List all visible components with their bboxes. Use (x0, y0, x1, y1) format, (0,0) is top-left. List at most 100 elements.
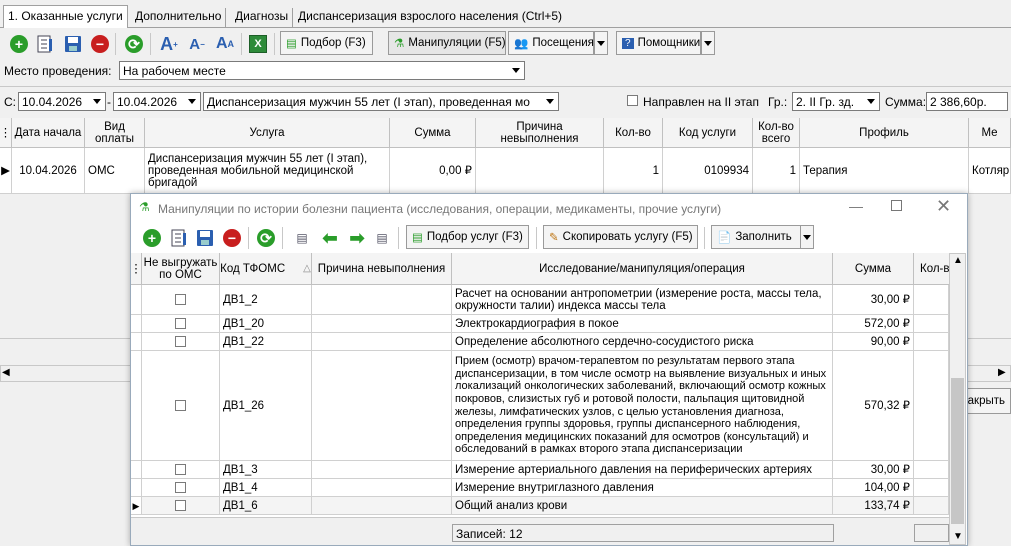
no-export-cell[interactable] (142, 315, 220, 333)
cell-reason[interactable] (312, 351, 452, 461)
arrow-left-icon[interactable]: ⬅ (318, 226, 342, 250)
minimize-icon[interactable]: — (849, 198, 863, 214)
cell-procedure[interactable]: Измерение внутриглазного давления (452, 479, 833, 497)
close-icon[interactable]: ✕ (936, 196, 951, 217)
delete-icon[interactable]: − (221, 226, 243, 250)
scroll-up-icon[interactable]: ▲ (953, 255, 963, 266)
helpers-dropdown[interactable] (701, 31, 715, 55)
cell-profile[interactable]: Терапия (800, 148, 969, 194)
col-service[interactable]: Услуга (145, 118, 390, 148)
no-export-cell[interactable] (142, 351, 220, 461)
helpers-button[interactable]: ? Помощники (616, 31, 701, 55)
fill-button[interactable]: 📄 Заполнить (711, 225, 801, 249)
cell-procedure[interactable]: Определение абсолютного сердечно-сосудис… (452, 333, 833, 351)
cell-tfoms[interactable]: ДВ1_22 (220, 333, 312, 351)
save-icon[interactable] (194, 226, 216, 250)
cell-tfoms[interactable]: ДВ1_26 (220, 351, 312, 461)
cell-total[interactable]: 1 (753, 148, 800, 194)
no-export-cell[interactable] (142, 461, 220, 479)
podbor-button[interactable]: ▤ Подбор (F3) (280, 31, 373, 55)
cell-sum[interactable]: 104,00 ₽ (833, 479, 914, 497)
cell-reason[interactable] (312, 497, 452, 515)
date-to-field[interactable]: 10.04.2026 (113, 92, 201, 111)
cell-qty[interactable]: 1 (604, 148, 663, 194)
no-export-cell[interactable] (142, 479, 220, 497)
cell-sum[interactable]: 30,00 ₽ (833, 285, 914, 315)
visits-button[interactable]: 👥 Посещения (508, 31, 594, 55)
add-icon[interactable]: + (141, 226, 163, 250)
font-increase-icon[interactable]: A + (157, 32, 181, 56)
col-qty[interactable]: Кол-в (914, 253, 949, 285)
cell-procedure[interactable]: Электрокардиография в покое (452, 315, 833, 333)
scroll-left-icon[interactable]: ◀ (2, 367, 10, 378)
cell-sum[interactable]: 90,00 ₽ (833, 333, 914, 351)
cell-qty[interactable] (914, 479, 949, 497)
cell-tfoms[interactable]: ДВ1_3 (220, 461, 312, 479)
cell-qty[interactable] (914, 497, 949, 515)
disp-type-select[interactable]: Диспансеризация мужчин 55 лет (I этап), … (203, 92, 559, 111)
cell-sum[interactable]: 0,00 ₽ (390, 148, 476, 194)
cell-reason[interactable] (312, 461, 452, 479)
no-export-checkbox[interactable] (175, 500, 186, 511)
col-sum[interactable]: Сумма (390, 118, 476, 148)
cell-pay[interactable]: ОМС (85, 148, 145, 194)
edit-icon[interactable] (34, 32, 56, 56)
col-pay[interactable]: Вид оплаты (85, 118, 145, 148)
place-select[interactable]: На рабочем месте (119, 61, 525, 80)
tab-additional[interactable]: Дополнительно (131, 8, 227, 28)
cell-procedure[interactable]: Общий анализ крови (452, 497, 833, 515)
font-decrease-icon[interactable]: A − (185, 32, 209, 56)
cell-reason[interactable] (312, 479, 452, 497)
cell-qty[interactable] (914, 351, 949, 461)
list-icon[interactable]: ▤ (371, 226, 393, 250)
font-reset-icon[interactable]: AA (212, 32, 238, 56)
edit-icon[interactable] (168, 226, 190, 250)
cell-qty[interactable] (914, 333, 949, 351)
col-procedure-visible[interactable]: Исследование/манипуляция/операция (452, 253, 833, 285)
date-from-field[interactable]: 10.04.2026 (18, 92, 106, 111)
add-icon[interactable]: + (8, 32, 30, 56)
arrow-right-icon[interactable]: ➡ (345, 226, 369, 250)
refresh-icon[interactable]: ⟳ (255, 226, 277, 250)
podbor-services-button[interactable]: ▤ Подбор услуг (F3) (406, 225, 529, 249)
grid-menu-icon[interactable]: ⋮ (0, 118, 12, 148)
cell-procedure[interactable]: Прием (осмотр) врачом-терапевтом по резу… (452, 351, 833, 461)
col-qty[interactable]: Кол-во (604, 118, 663, 148)
no-export-checkbox[interactable] (175, 400, 186, 411)
tab-dispensary[interactable]: Диспансеризация взрослого населения (Ctr… (294, 8, 566, 28)
no-export-cell[interactable] (142, 285, 220, 315)
cell-reason[interactable] (312, 333, 452, 351)
group-select[interactable]: 2. II Гр. зд. (792, 92, 880, 111)
fill-dropdown[interactable] (800, 225, 814, 249)
tab-services[interactable]: 1. Оказанные услуги (3, 5, 128, 28)
scroll-down-icon[interactable]: ▼ (953, 531, 963, 542)
cell-sum[interactable]: 572,00 ₽ (833, 315, 914, 333)
cell-sum[interactable]: 133,74 ₽ (833, 497, 914, 515)
col-sum-visible[interactable]: Сумма (833, 253, 914, 285)
cell-reason[interactable] (312, 285, 452, 315)
refresh-icon[interactable]: ⟳ (123, 32, 145, 56)
manipulations-button[interactable]: ⚗ Манипуляции (F5) (388, 31, 506, 55)
col-date[interactable]: Дата начала (12, 118, 85, 148)
col-reason[interactable]: Причина невыполнения (476, 118, 604, 148)
cell-service[interactable]: Диспансеризация мужчин 55 лет (I этап), … (145, 148, 390, 194)
cell-sum[interactable]: 30,00 ₽ (833, 461, 914, 479)
scroll-thumb[interactable] (951, 378, 964, 524)
cell-code[interactable]: 0109934 (663, 148, 753, 194)
napr-checkbox[interactable] (627, 95, 638, 106)
excel-icon[interactable]: X (247, 32, 269, 56)
col-code[interactable]: Код услуги (663, 118, 753, 148)
copy-service-button[interactable]: ✎ Скопировать услугу (F5) (543, 225, 698, 249)
cell-qty[interactable] (914, 461, 949, 479)
cell-tfoms[interactable]: ДВ1_2 (220, 285, 312, 315)
no-export-checkbox[interactable] (175, 318, 186, 329)
delete-icon[interactable]: − (89, 32, 111, 56)
no-export-cell[interactable] (142, 497, 220, 515)
cell-me[interactable]: Котляр (969, 148, 1011, 194)
visits-dropdown[interactable] (594, 31, 608, 55)
cell-tfoms[interactable]: ДВ1_4 (220, 479, 312, 497)
cell-reason[interactable] (476, 148, 604, 194)
no-export-checkbox[interactable] (175, 294, 186, 305)
cell-tfoms[interactable]: ДВ1_6 (220, 497, 312, 515)
cell-tfoms[interactable]: ДВ1_20 (220, 315, 312, 333)
